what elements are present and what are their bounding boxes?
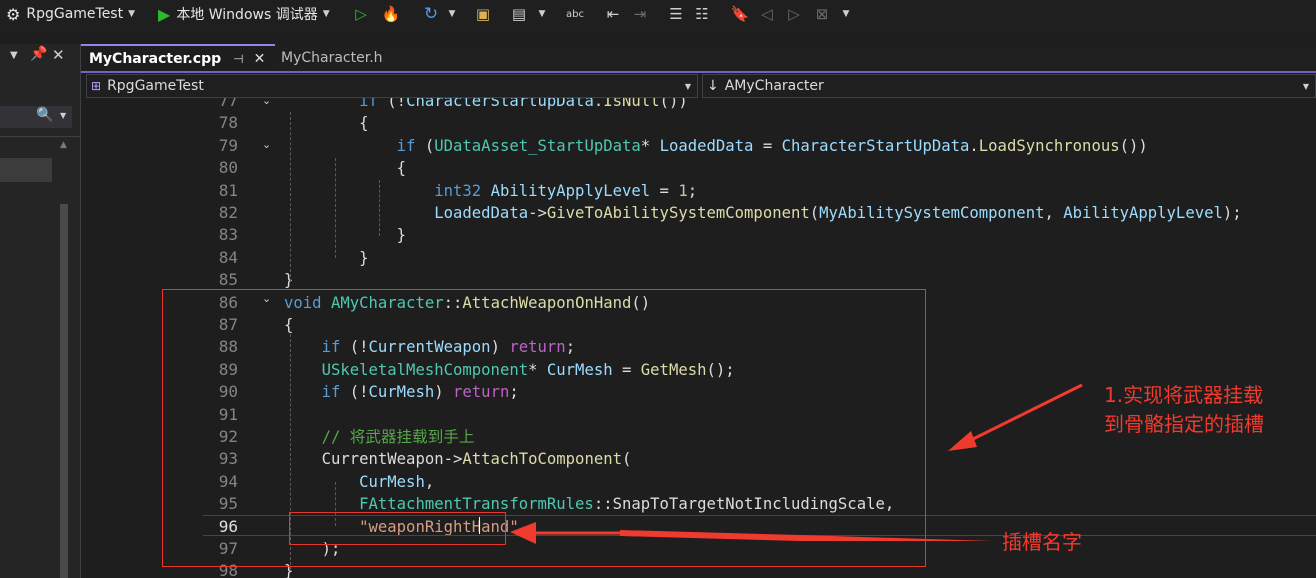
annotation-text: 插槽名字 — [1002, 530, 1082, 554]
arrow-head — [510, 522, 536, 544]
arrow-line — [964, 383, 1083, 445]
annotation-text: 1.实现将武器挂载 — [1104, 383, 1264, 407]
annotation-text: 到骨骼指定的插槽 — [1104, 412, 1264, 436]
annotation-arrows — [510, 383, 1083, 544]
arrow-head — [948, 431, 977, 451]
arrow-line — [620, 530, 992, 541]
